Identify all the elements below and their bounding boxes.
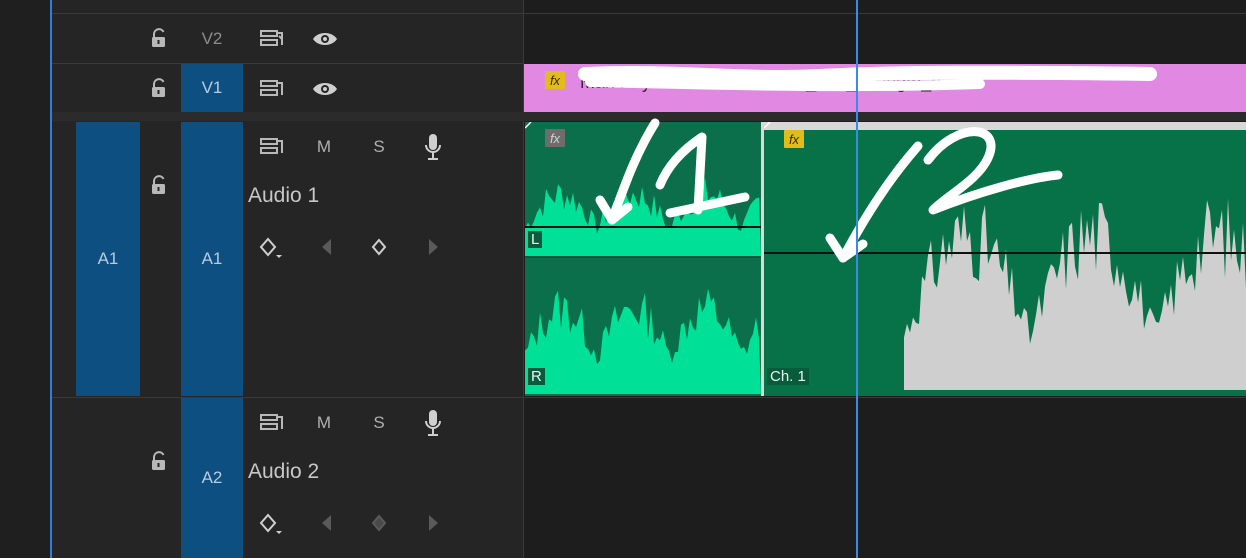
track-name-a2[interactable]: Audio 2 [248,460,319,484]
track-target-a2[interactable]: A2 [181,398,243,558]
sync-lock-icon[interactable] [258,76,286,102]
lock-icon[interactable] [146,172,172,198]
previous-keyframe-icon[interactable] [316,236,336,258]
lock-icon[interactable] [146,448,172,474]
microphone-icon[interactable] [420,408,446,438]
next-keyframe-icon[interactable] [424,236,444,258]
sync-lock-icon[interactable] [258,410,286,436]
keyframe-dropdown-icon[interactable] [256,234,286,262]
add-keyframe-icon[interactable] [368,512,390,534]
eye-icon[interactable] [310,77,340,101]
track-target-v2[interactable]: V2 [181,14,243,63]
channel-label-ch1: Ch. 1 [767,368,809,385]
row-separator [52,63,524,64]
microphone-icon[interactable] [420,132,446,162]
channel-label-left: L [528,231,543,248]
keyframe-dropdown-icon[interactable] [256,510,286,538]
mute-button-a1[interactable]: M [310,134,338,160]
mute-button-a2[interactable]: M [310,410,338,436]
playhead[interactable] [856,0,858,558]
lock-icon[interactable] [146,75,172,101]
lock-icon[interactable] [146,25,172,51]
fx-badge[interactable]: fx [784,130,804,148]
sync-lock-icon[interactable] [258,26,286,52]
next-keyframe-icon[interactable] [424,512,444,534]
fx-badge[interactable]: fx [545,129,565,147]
track-target-v1[interactable]: V1 [181,64,243,112]
eye-icon[interactable] [310,27,340,51]
left-gutter [0,0,50,558]
add-keyframe-icon[interactable] [368,236,390,258]
source-patch-a1[interactable]: A1 [76,122,140,396]
solo-button-a1[interactable]: S [365,134,393,160]
track-name-a1[interactable]: Audio 1 [248,184,319,208]
sync-lock-icon[interactable] [258,134,286,160]
track-target-a1[interactable]: A1 [181,122,243,396]
annotation-arrow-1 [595,118,750,225]
channel-label-right: R [528,368,545,385]
solo-button-a2[interactable]: S [365,410,393,436]
previous-keyframe-icon[interactable] [316,512,336,534]
redaction-scribble [578,65,1157,92]
